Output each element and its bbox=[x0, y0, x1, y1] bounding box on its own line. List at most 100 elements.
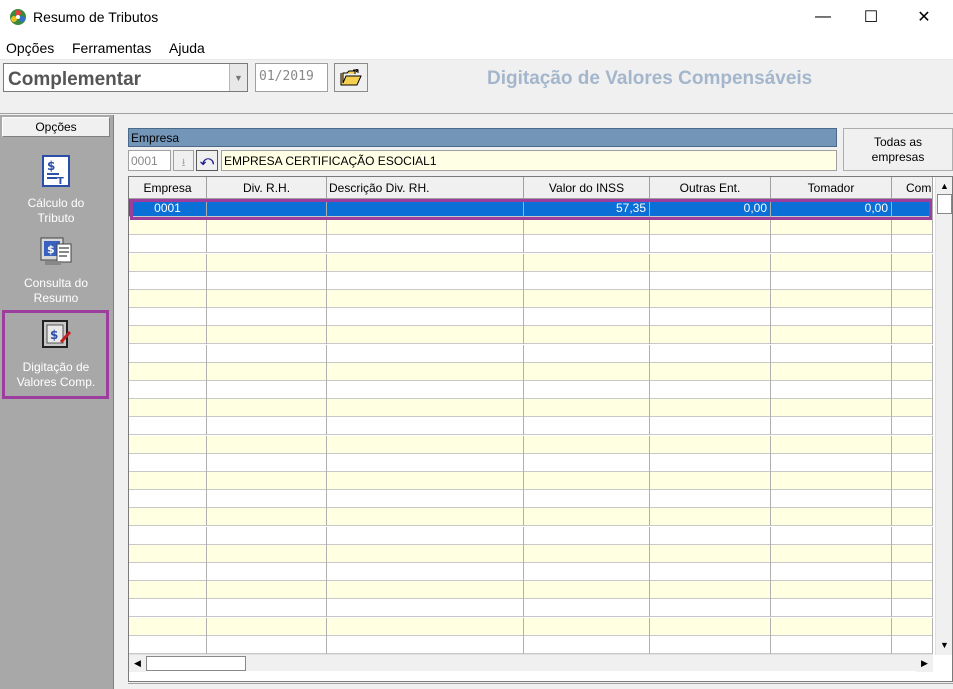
table-cell[interactable] bbox=[129, 544, 207, 563]
table-cell[interactable] bbox=[207, 381, 327, 399]
table-cell[interactable] bbox=[771, 617, 892, 636]
table-cell[interactable] bbox=[771, 362, 892, 381]
table-cell[interactable] bbox=[129, 290, 207, 308]
table-cell[interactable] bbox=[207, 235, 327, 254]
table-cell[interactable] bbox=[129, 453, 207, 472]
table-cell[interactable] bbox=[327, 417, 524, 436]
table-cell[interactable] bbox=[771, 453, 892, 472]
table-row[interactable] bbox=[129, 544, 933, 563]
table-cell[interactable] bbox=[129, 326, 207, 345]
table-cell[interactable] bbox=[771, 599, 892, 618]
table-cell[interactable] bbox=[524, 381, 650, 399]
table-cell[interactable] bbox=[650, 399, 771, 418]
menu-ajuda[interactable]: Ajuda bbox=[169, 40, 205, 56]
scroll-right-icon[interactable]: ▶ bbox=[916, 655, 933, 672]
table-row-selected[interactable]: 0001 57,35 0,00 0,00 bbox=[129, 199, 933, 217]
table-row[interactable] bbox=[129, 271, 933, 290]
table-row[interactable] bbox=[129, 344, 933, 363]
table-cell[interactable] bbox=[129, 563, 207, 581]
undo-icon[interactable]: ⤺ bbox=[196, 150, 218, 171]
table-cell[interactable] bbox=[524, 217, 650, 236]
table-cell[interactable] bbox=[650, 290, 771, 308]
table-cell[interactable] bbox=[207, 253, 327, 272]
table-cell[interactable] bbox=[129, 599, 207, 618]
table-cell[interactable] bbox=[327, 508, 524, 527]
table-cell[interactable] bbox=[892, 508, 933, 527]
table-cell[interactable] bbox=[771, 253, 892, 272]
table-cell[interactable] bbox=[524, 399, 650, 418]
column-header-tomador[interactable]: Tomador bbox=[771, 177, 892, 199]
table-cell[interactable] bbox=[892, 472, 933, 490]
menu-opcoes[interactable]: Opções bbox=[6, 40, 54, 56]
table-cell[interactable] bbox=[892, 217, 933, 236]
table-cell[interactable] bbox=[129, 399, 207, 418]
table-cell[interactable] bbox=[524, 508, 650, 527]
table-cell[interactable] bbox=[650, 217, 771, 236]
table-cell[interactable] bbox=[207, 344, 327, 363]
table-cell[interactable] bbox=[892, 344, 933, 363]
table-cell[interactable] bbox=[771, 344, 892, 363]
table-cell[interactable] bbox=[892, 326, 933, 345]
table-cell[interactable] bbox=[650, 417, 771, 436]
table-cell[interactable] bbox=[327, 271, 524, 290]
table-cell[interactable] bbox=[650, 472, 771, 490]
table-cell[interactable] bbox=[129, 490, 207, 509]
table-cell[interactable] bbox=[524, 563, 650, 581]
table-row[interactable] bbox=[129, 472, 933, 490]
table-cell[interactable] bbox=[892, 526, 933, 545]
table-cell[interactable] bbox=[650, 453, 771, 472]
table-row[interactable] bbox=[129, 563, 933, 581]
table-cell[interactable] bbox=[327, 199, 524, 217]
table-cell[interactable] bbox=[129, 362, 207, 381]
table-cell[interactable]: 57,35 bbox=[524, 199, 650, 217]
table-cell[interactable] bbox=[524, 326, 650, 345]
table-row[interactable] bbox=[129, 635, 933, 654]
table-cell[interactable] bbox=[650, 235, 771, 254]
table-row[interactable] bbox=[129, 417, 933, 436]
table-cell[interactable] bbox=[207, 490, 327, 509]
table-cell[interactable] bbox=[129, 581, 207, 600]
table-row[interactable] bbox=[129, 399, 933, 418]
table-cell[interactable] bbox=[892, 635, 933, 654]
table-cell[interactable] bbox=[327, 635, 524, 654]
table-cell[interactable] bbox=[892, 199, 933, 217]
table-cell[interactable] bbox=[129, 508, 207, 527]
table-cell[interactable] bbox=[771, 326, 892, 345]
table-cell[interactable] bbox=[129, 271, 207, 290]
table-cell[interactable] bbox=[892, 271, 933, 290]
close-button[interactable]: ✕ bbox=[901, 0, 947, 34]
table-cell[interactable] bbox=[771, 399, 892, 418]
table-cell[interactable] bbox=[892, 253, 933, 272]
column-header-div-rh[interactable]: Div. R.H. bbox=[207, 177, 327, 199]
table-cell[interactable] bbox=[207, 635, 327, 654]
table-cell[interactable] bbox=[327, 617, 524, 636]
table-cell[interactable] bbox=[524, 290, 650, 308]
table-cell[interactable]: 0,00 bbox=[650, 199, 771, 217]
table-cell[interactable] bbox=[650, 490, 771, 509]
table-cell[interactable] bbox=[650, 253, 771, 272]
scroll-up-icon[interactable]: ▲ bbox=[936, 177, 952, 194]
table-cell[interactable] bbox=[892, 290, 933, 308]
empresa-code-input[interactable]: 0001 bbox=[128, 150, 171, 171]
table-cell[interactable] bbox=[207, 290, 327, 308]
table-row[interactable] bbox=[129, 308, 933, 327]
table-cell[interactable] bbox=[327, 472, 524, 490]
table-cell[interactable] bbox=[129, 435, 207, 454]
table-cell[interactable] bbox=[524, 453, 650, 472]
table-cell[interactable] bbox=[327, 453, 524, 472]
table-cell[interactable] bbox=[524, 617, 650, 636]
table-cell[interactable] bbox=[327, 544, 524, 563]
table-row[interactable] bbox=[129, 617, 933, 636]
column-header-com[interactable]: Com bbox=[892, 177, 933, 199]
table-cell[interactable]: 0001 bbox=[129, 199, 207, 217]
minimize-button[interactable]: — bbox=[800, 0, 846, 34]
table-row[interactable] bbox=[129, 453, 933, 472]
table-cell[interactable] bbox=[650, 581, 771, 600]
table-cell[interactable] bbox=[650, 344, 771, 363]
sidebar-header[interactable]: Opções bbox=[2, 117, 110, 137]
table-cell[interactable] bbox=[524, 544, 650, 563]
table-cell[interactable] bbox=[892, 563, 933, 581]
table-cell[interactable] bbox=[327, 217, 524, 236]
table-cell[interactable] bbox=[650, 508, 771, 527]
table-cell[interactable] bbox=[207, 362, 327, 381]
